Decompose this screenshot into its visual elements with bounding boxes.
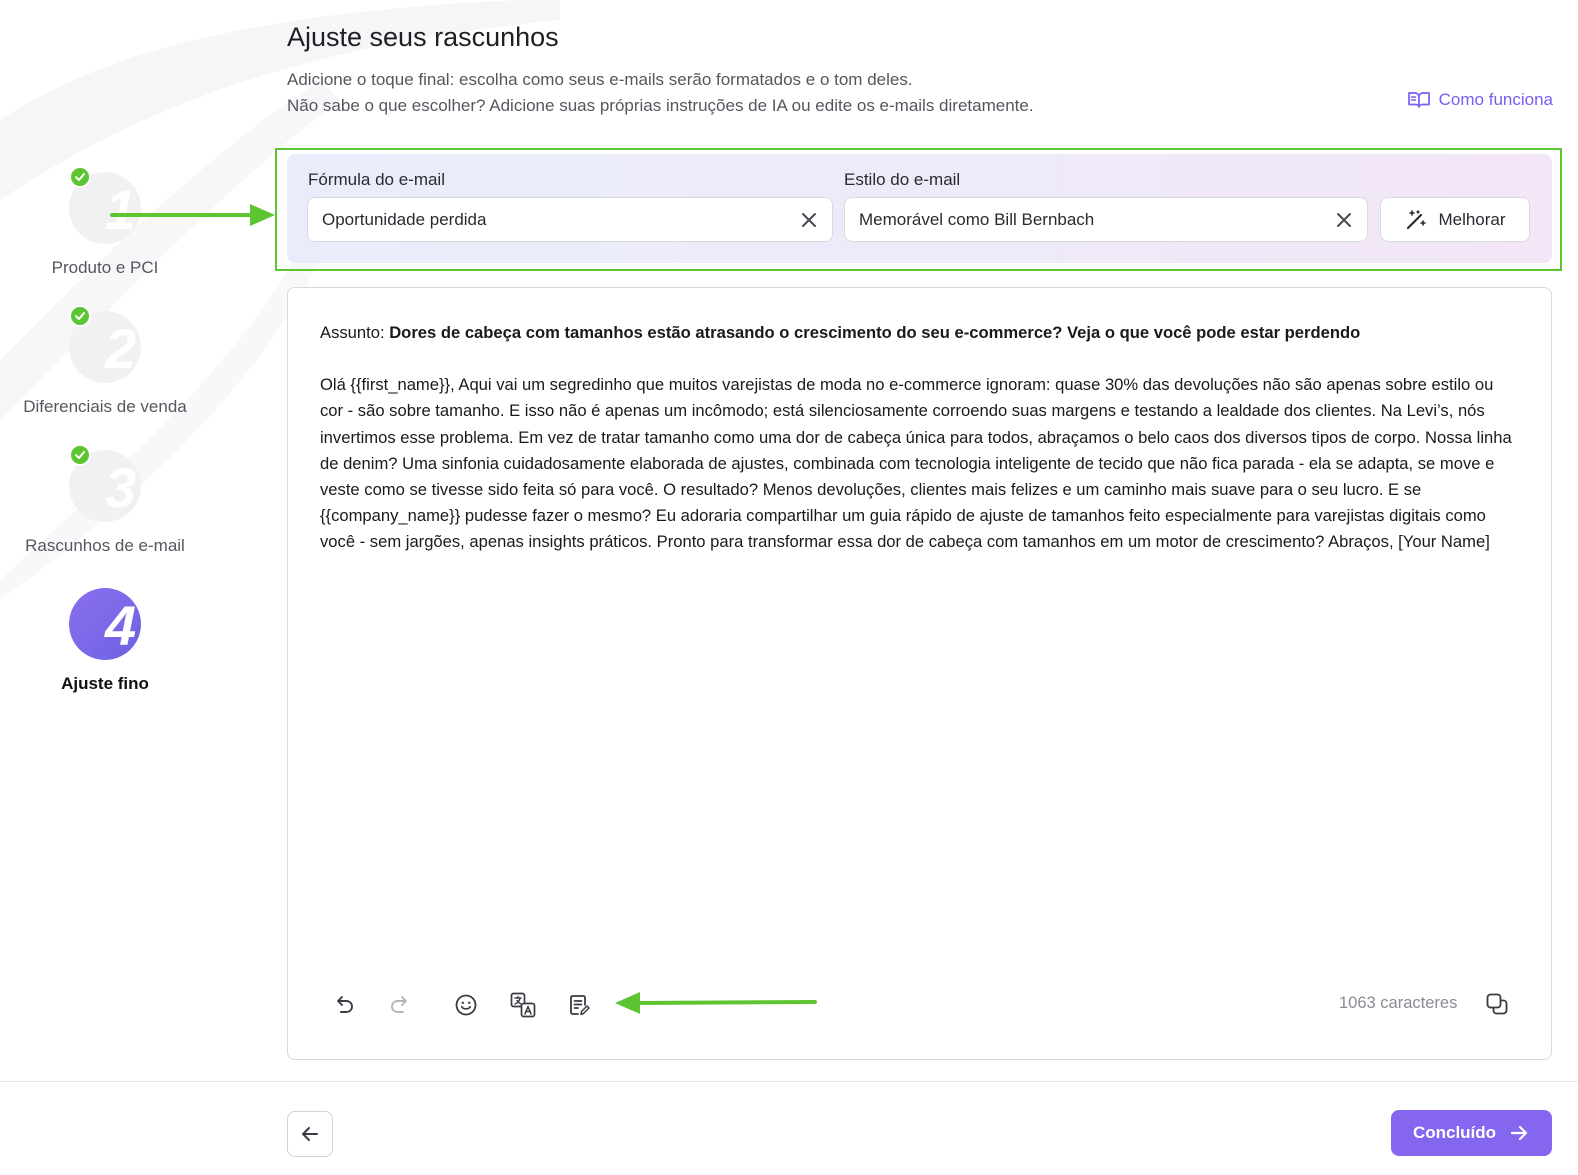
- email-editor[interactable]: Assunto: Dores de cabeça com tamanhos es…: [287, 287, 1552, 1060]
- copy-icon[interactable]: [1484, 991, 1512, 1019]
- undo-icon[interactable]: [330, 991, 358, 1019]
- step-4[interactable]: 4 Ajuste fino: [0, 588, 210, 694]
- formula-label: Fórmula do e-mail: [308, 170, 445, 189]
- step-number: 1: [105, 178, 137, 241]
- page-subtitle: Adicione o toque final: escolha como seu…: [287, 67, 1034, 119]
- check-icon: [69, 444, 91, 466]
- close-icon[interactable]: [798, 209, 820, 231]
- step-label: Diferenciais de venda: [23, 397, 187, 416]
- subject-label: Assunto:: [320, 323, 385, 342]
- arrow-left-icon: [302, 1127, 318, 1141]
- close-icon[interactable]: [1333, 209, 1355, 231]
- email-content[interactable]: Assunto: Dores de cabeça com tamanhos es…: [320, 320, 1520, 556]
- how-it-works-link[interactable]: Como funciona: [1407, 90, 1553, 110]
- emoji-icon[interactable]: [452, 991, 480, 1019]
- improve-button[interactable]: Melhorar: [1380, 197, 1530, 242]
- back-button[interactable]: [287, 1111, 333, 1157]
- step-label: Rascunhos de e-mail: [25, 536, 185, 555]
- email-body[interactable]: Olá {{first_name}}, Aqui vai um segredin…: [320, 372, 1520, 555]
- style-label: Estilo do e-mail: [844, 170, 961, 189]
- done-label: Concluído: [1412, 1123, 1497, 1142]
- redo-icon[interactable]: [386, 991, 414, 1019]
- step-number: 3: [105, 456, 137, 519]
- formula-select[interactable]: Oportunidade perdida: [307, 197, 833, 242]
- step-label: Produto e PCI: [51, 258, 159, 277]
- footer-divider: [0, 1081, 1578, 1082]
- step-number: 4: [105, 594, 137, 657]
- subtitle-line: Adicione o toque final: escolha como seu…: [287, 70, 913, 89]
- style-value: Memorável como Bill Bernbach: [859, 209, 1095, 229]
- check-icon: [69, 166, 91, 188]
- magic-wand-icon: [1407, 209, 1427, 229]
- done-button[interactable]: Concluído: [1391, 1110, 1552, 1156]
- step-circle: 4: [69, 588, 141, 660]
- step-1[interactable]: 1 Produto e PCI: [0, 166, 210, 278]
- improve-label: Melhorar: [1438, 209, 1506, 229]
- subject-row: Assunto: Dores de cabeça com tamanhos es…: [320, 320, 1520, 346]
- subject-text: Dores de cabeça com tamanhos estão atras…: [389, 323, 1361, 342]
- check-icon: [69, 305, 91, 327]
- formula-value: Oportunidade perdida: [322, 209, 487, 229]
- character-count: 1063 caracteres: [1339, 994, 1458, 1012]
- style-select[interactable]: Memorável como Bill Bernbach: [844, 197, 1368, 242]
- arrow-right-icon: [1510, 1125, 1528, 1141]
- how-it-works-label: Como funciona: [1438, 90, 1553, 109]
- step-3[interactable]: 3 Rascunhos de e-mail: [0, 444, 210, 556]
- subtitle-line: Não sabe o que escolher? Adicione suas p…: [287, 96, 1034, 115]
- step-2[interactable]: 2 Diferenciais de venda: [0, 305, 210, 417]
- step-number: 2: [105, 317, 137, 380]
- notes-icon[interactable]: [565, 991, 593, 1019]
- book-icon: [1407, 92, 1430, 108]
- page-title: Ajuste seus rascunhos: [287, 22, 559, 52]
- translate-icon[interactable]: [509, 991, 537, 1019]
- step-label: Ajuste fino: [61, 674, 149, 693]
